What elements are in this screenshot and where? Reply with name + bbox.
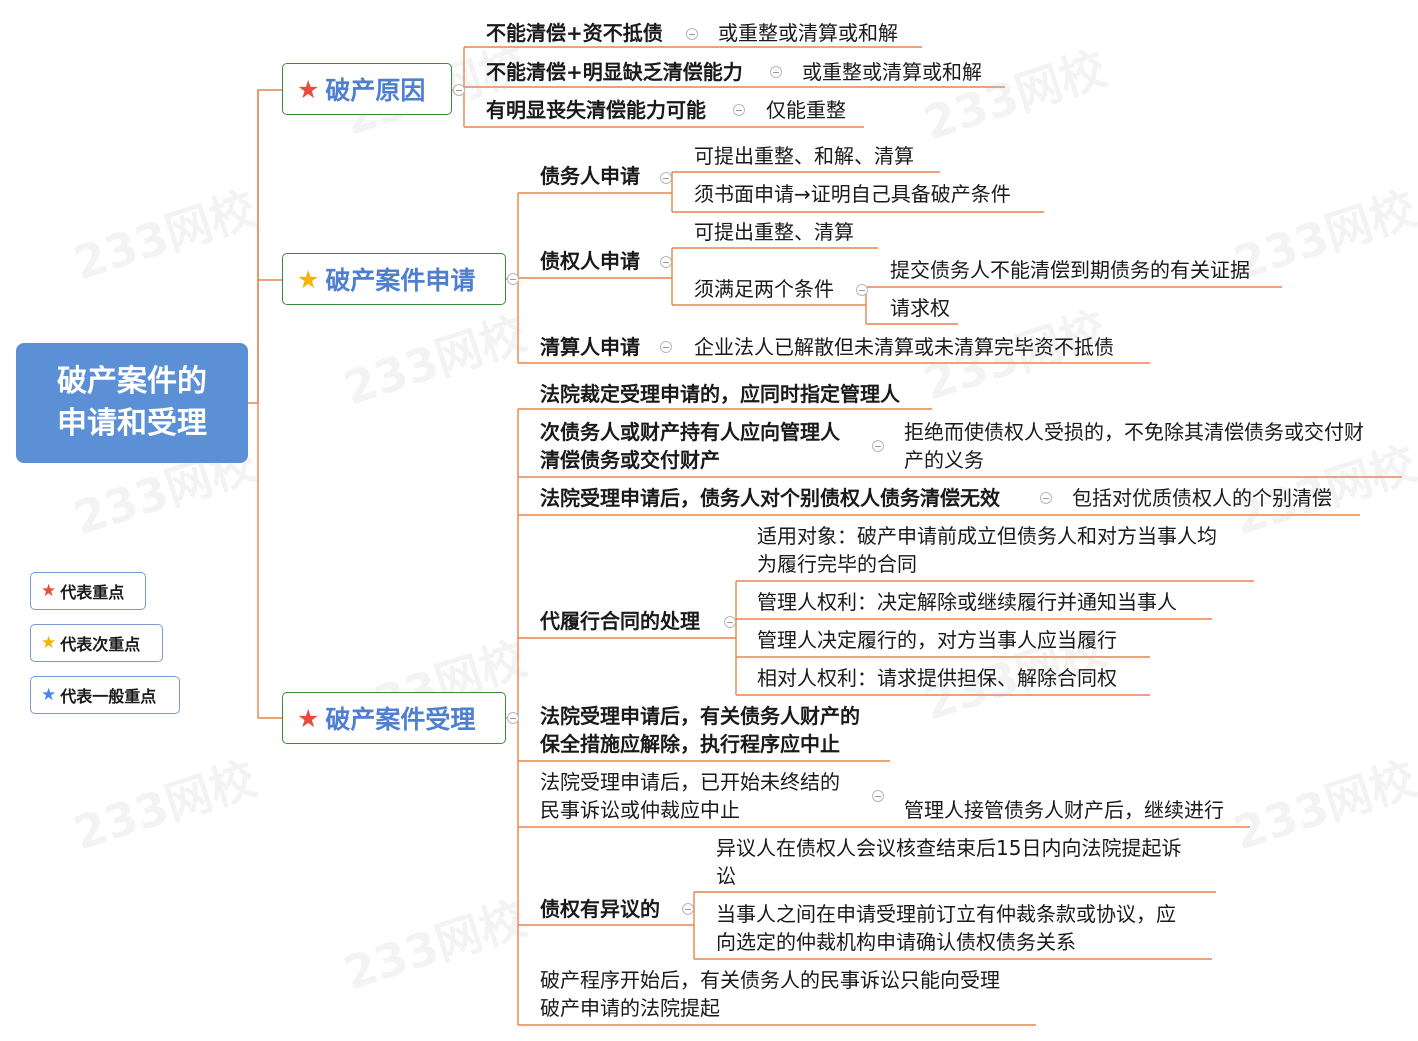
accept-item-7-child-2-line-2[interactable]: 向选定的仲裁机构申请确认债权债务关系 [716, 928, 1076, 956]
topic-label: 破产案件受理 [325, 705, 476, 734]
topic-bankruptcy-acceptance[interactable]: ★ 破产案件受理 [282, 692, 506, 744]
accept-item-4-child-3[interactable]: 管理人决定履行的，对方当事人应当履行 [757, 626, 1117, 654]
apply-debtor-child-2[interactable]: 须书面申请→证明自己具备破产条件 [694, 180, 1011, 208]
root-title-line1: 破产案件的 [57, 364, 207, 399]
accept-item-2-line-2[interactable]: 清偿债务或交付财产 [540, 446, 720, 474]
collapse-toggle[interactable] [856, 284, 868, 296]
accept-item-7[interactable]: 债权有异议的 [540, 895, 660, 923]
accept-item-2-result-line-2[interactable]: 产的义务 [904, 446, 984, 474]
accept-item-7-child-1-line-2[interactable]: 讼 [716, 862, 736, 890]
accept-item-4-child-1-line-1[interactable]: 适用对象：破产申请前成立但债务人和对方当事人均 [757, 522, 1217, 550]
collapse-toggle[interactable] [724, 616, 736, 628]
collapse-toggle[interactable] [1040, 492, 1052, 504]
reason-item-1[interactable]: 不能清偿+资不抵债 [486, 19, 663, 47]
collapse-toggle[interactable] [453, 84, 465, 96]
legend-label: 代表重点 [60, 583, 125, 602]
apply-liquidator-child-1[interactable]: 企业法人已解散但未清算或未清算完毕资不抵债 [694, 333, 1114, 361]
accept-item-6-line-1[interactable]: 法院受理申请后，已开始未终结的 [540, 768, 840, 796]
accept-item-5-line-2[interactable]: 保全措施应解除，执行程序应中止 [540, 730, 840, 758]
reason-item-2-result[interactable]: 或重整或清算或和解 [802, 58, 982, 86]
legend-label: 代表一般重点 [60, 687, 157, 706]
legend-key-general: ★ 代表一般重点 [30, 676, 180, 714]
accept-item-1[interactable]: 法院裁定受理申请的，应同时指定管理人 [540, 380, 900, 408]
accept-item-4[interactable]: 代履行合同的处理 [540, 607, 700, 635]
collapse-toggle[interactable] [686, 28, 698, 40]
collapse-toggle[interactable] [872, 790, 884, 802]
reason-item-2[interactable]: 不能清偿+明显缺乏清偿能力 [486, 58, 743, 86]
accept-item-7-child-1-line-1[interactable]: 异议人在债权人会议核查结束后15日内向法院提起诉 [716, 834, 1181, 862]
blue-star-icon: ★ [41, 684, 57, 705]
red-star-icon: ★ [41, 580, 57, 601]
apply-creditor-condition-1[interactable]: 提交债务人不能清偿到期债务的有关证据 [890, 256, 1250, 284]
apply-debtor[interactable]: 债务人申请 [540, 162, 640, 190]
accept-item-4-child-2[interactable]: 管理人权利：决定解除或继续履行并通知当事人 [757, 588, 1177, 616]
collapse-toggle[interactable] [507, 712, 519, 724]
collapse-toggle[interactable] [770, 66, 782, 78]
accept-item-5-line-1[interactable]: 法院受理申请后，有关债务人财产的 [540, 702, 860, 730]
collapse-toggle[interactable] [733, 104, 745, 116]
reason-item-3[interactable]: 有明显丧失清偿能力可能 [486, 96, 706, 124]
topic-bankruptcy-application[interactable]: ★ 破产案件申请 [282, 253, 506, 305]
accept-item-6-result[interactable]: 管理人接管债务人财产后，继续进行 [904, 796, 1224, 824]
apply-debtor-child-1[interactable]: 可提出重整、和解、清算 [694, 142, 914, 170]
collapse-toggle[interactable] [872, 440, 884, 452]
apply-creditor-condition-2[interactable]: 请求权 [890, 294, 950, 322]
accept-item-8-line-1[interactable]: 破产程序开始后，有关债务人的民事诉讼只能向受理 [540, 966, 1000, 994]
accept-item-3-result[interactable]: 包括对优质债权人的个别清偿 [1072, 484, 1332, 512]
yellow-star-icon: ★ [41, 632, 57, 653]
reason-item-3-result[interactable]: 仅能重整 [766, 96, 846, 124]
legend-key-important: ★ 代表重点 [30, 572, 146, 610]
red-star-icon: ★ [297, 74, 320, 104]
collapse-toggle[interactable] [660, 172, 672, 184]
accept-item-3[interactable]: 法院受理申请后，债务人对个别债权人债务清偿无效 [540, 484, 1000, 512]
apply-creditor-child-2[interactable]: 须满足两个条件 [694, 275, 834, 303]
accept-item-6-line-2[interactable]: 民事诉讼或仲裁应中止 [540, 796, 740, 824]
collapse-toggle[interactable] [682, 903, 694, 915]
apply-creditor-child-1[interactable]: 可提出重整、清算 [694, 218, 854, 246]
collapse-toggle[interactable] [660, 256, 672, 268]
accept-item-7-child-2-line-1[interactable]: 当事人之间在申请受理前订立有仲裁条款或协议，应 [716, 900, 1176, 928]
red-star-icon: ★ [297, 703, 320, 733]
accept-item-8-line-2[interactable]: 破产申请的法院提起 [540, 994, 720, 1022]
legend-key-secondary: ★ 代表次重点 [30, 624, 163, 662]
topic-label: 破产原因 [325, 76, 426, 105]
topic-bankruptcy-reason[interactable]: ★ 破产原因 [282, 63, 452, 115]
reason-item-1-result[interactable]: 或重整或清算或和解 [718, 19, 898, 47]
accept-item-4-child-1-line-2[interactable]: 为履行完毕的合同 [757, 550, 917, 578]
accept-item-2-line-1[interactable]: 次债务人或财产持有人应向管理人 [540, 418, 840, 446]
collapse-toggle[interactable] [507, 273, 519, 285]
legend-label: 代表次重点 [60, 635, 141, 654]
topic-label: 破产案件申请 [325, 266, 476, 295]
accept-item-2-result-line-1[interactable]: 拒绝而使债权人受损的，不免除其清偿债务或交付财 [904, 418, 1364, 446]
apply-liquidator[interactable]: 清算人申请 [540, 333, 640, 361]
accept-item-4-child-4[interactable]: 相对人权利：请求提供担保、解除合同权 [757, 664, 1117, 692]
collapse-toggle[interactable] [660, 341, 672, 353]
root-title-line2: 申请和受理 [57, 406, 207, 441]
yellow-star-icon: ★ [297, 264, 320, 294]
apply-creditor[interactable]: 债权人申请 [540, 247, 640, 275]
root-node[interactable]: 破产案件的 申请和受理 [16, 343, 248, 463]
